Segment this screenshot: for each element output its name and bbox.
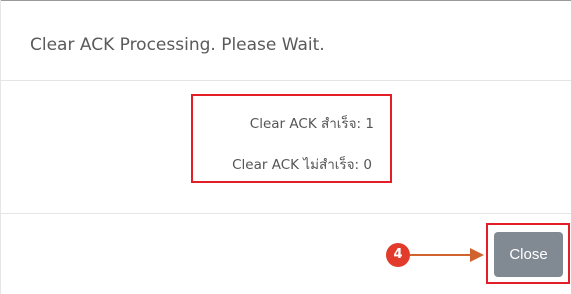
result-highlight-box: Clear ACK สำเร็จ: 1 Clear ACK ไม่สำเร็จ:… [191,94,392,183]
success-count-text: Clear ACK สำเร็จ: 1 [249,116,374,132]
modal-header: Clear ACK Processing. Please Wait. [0,0,571,81]
fail-count-text: Clear ACK ไม่สำเร็จ: 0 [232,157,372,173]
dialog-title: Clear ACK Processing. Please Wait. [30,35,325,55]
arrow-shaft [410,254,472,256]
modal-dialog: Clear ACK Processing. Please Wait. Clear… [0,0,571,294]
modal-footer: 4 Close [0,214,571,294]
arrow-right-icon [470,248,484,262]
modal-body: Clear ACK สำเร็จ: 1 Clear ACK ไม่สำเร็จ:… [0,81,571,214]
close-button[interactable]: Close [494,232,563,277]
step-number-badge: 4 [386,243,410,267]
